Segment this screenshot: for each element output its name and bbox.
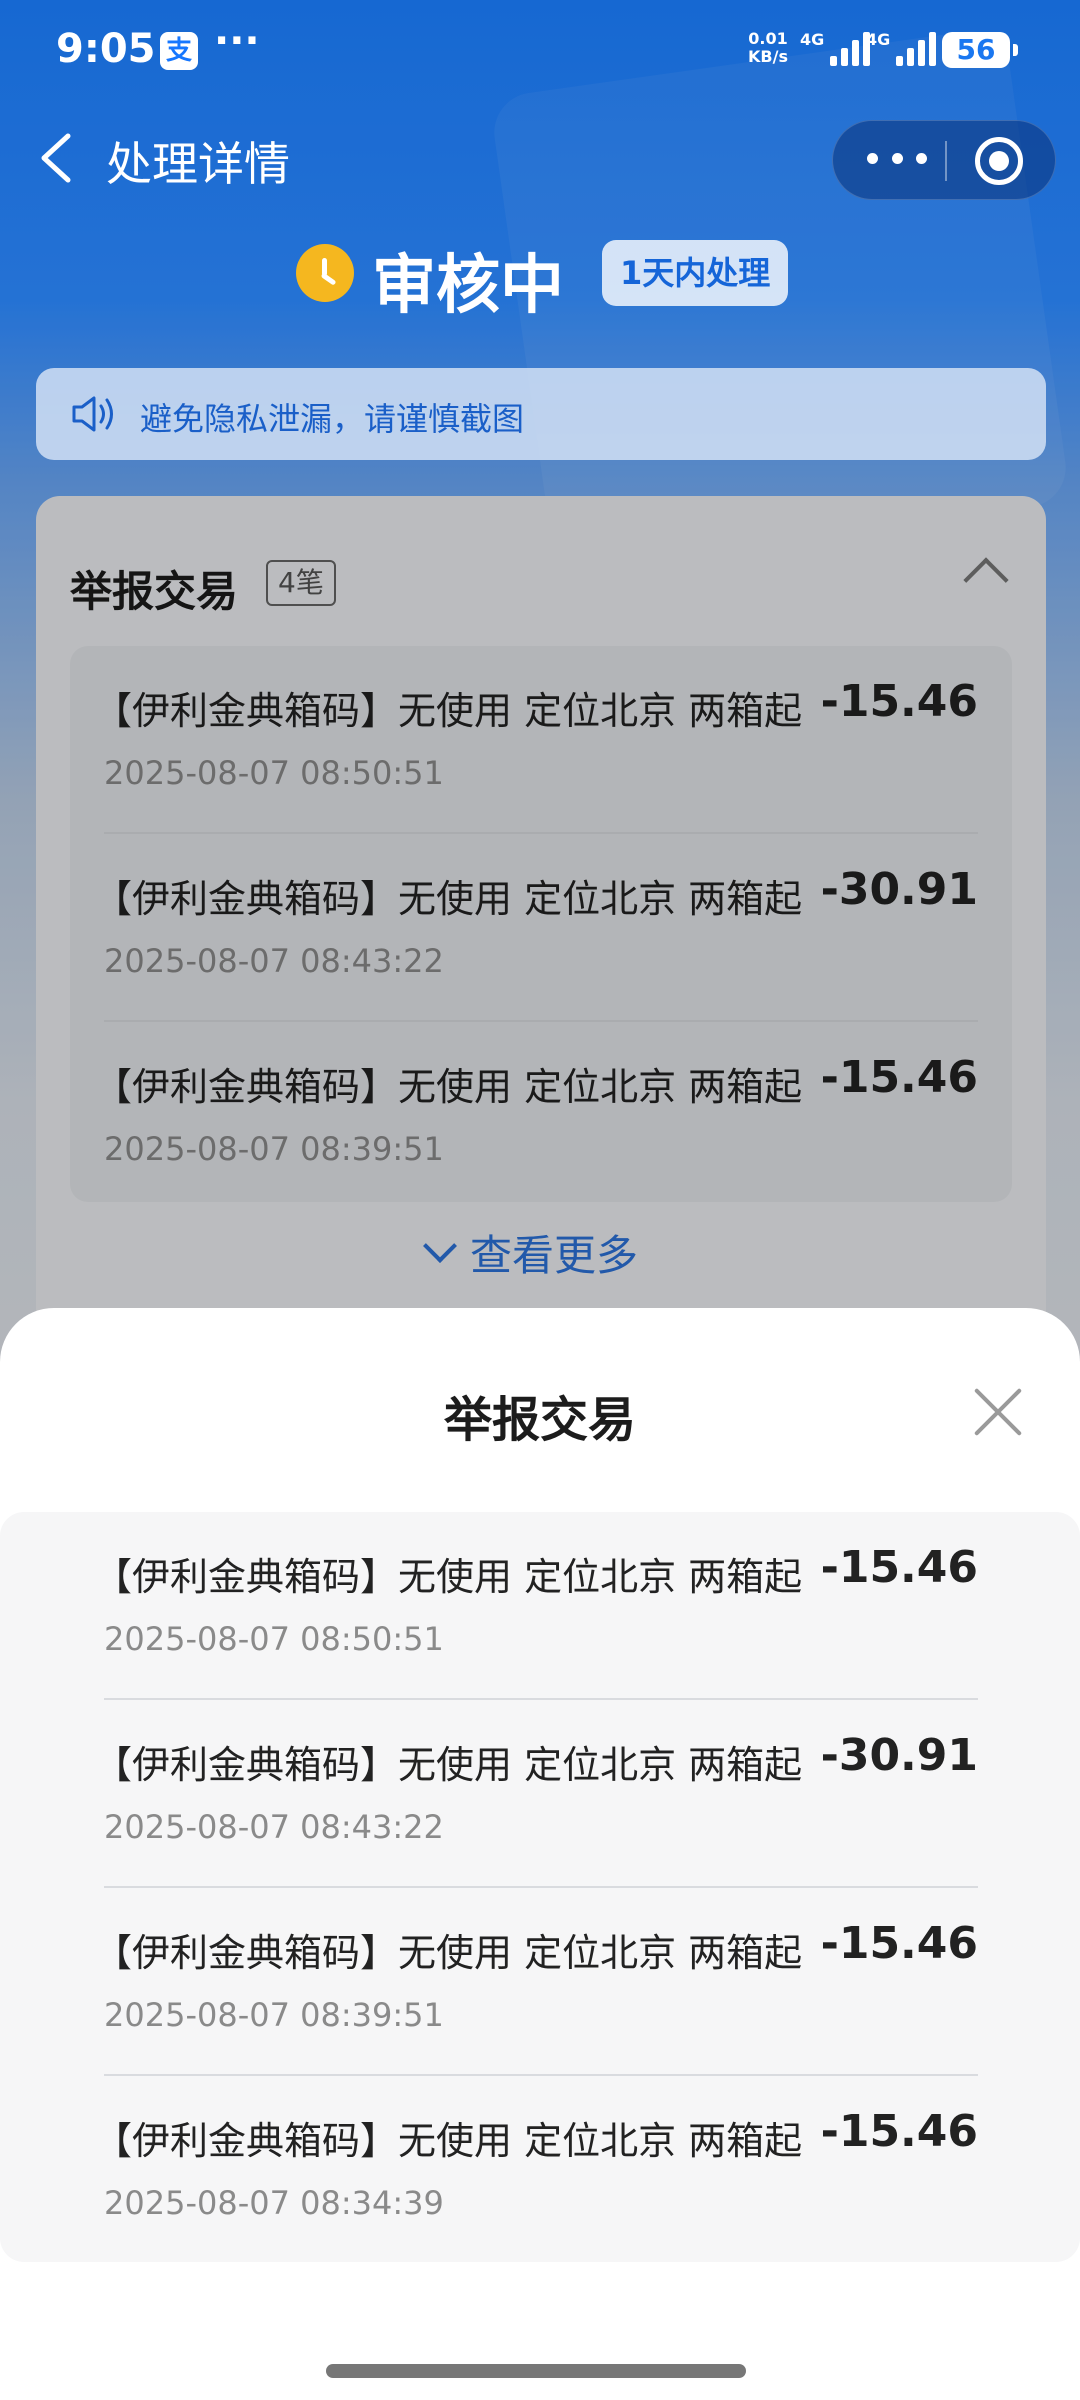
back-icon[interactable] xyxy=(34,130,78,186)
capsule-divider xyxy=(945,141,947,181)
signal-icon-2: 4G xyxy=(866,30,937,66)
transaction-time: 2025-08-07 08:43:22 xyxy=(104,1808,444,1846)
transaction-name: 【伊利金典箱码】无使用 定位北京 两箱起 xyxy=(94,1743,803,1787)
list-item[interactable]: 【伊利金典箱码】无使用 定位北京 两箱起 -30.91 2025-08-07 0… xyxy=(94,1700,978,1888)
notification-dots: ··· xyxy=(214,18,260,64)
close-icon[interactable] xyxy=(972,1386,1024,1438)
transaction-time: 2025-08-07 08:34:39 xyxy=(104,2184,444,2222)
signal-icon: 4G xyxy=(800,30,871,66)
transaction-name: 【伊利金典箱码】无使用 定位北京 两箱起 xyxy=(94,1931,803,1975)
network-type: 4G xyxy=(800,30,825,49)
privacy-notice: 避免隐私泄漏，请谨慎截图 xyxy=(36,368,1046,460)
sheet-transaction-list: 【伊利金典箱码】无使用 定位北京 两箱起 -15.46 2025-08-07 0… xyxy=(0,1512,1080,2262)
transaction-amount: -15.46 xyxy=(820,1542,978,1593)
network-speed-unit: KB/s xyxy=(748,47,788,66)
speaker-icon xyxy=(72,396,113,432)
network-type-2: 4G xyxy=(866,30,891,49)
miniapp-capsule xyxy=(832,120,1056,200)
review-status: 审核中 1天内处理 xyxy=(0,234,1080,323)
close-miniapp-icon[interactable] xyxy=(975,137,1023,185)
alipay-icon: 支 xyxy=(160,32,198,70)
transaction-name: 【伊利金典箱码】无使用 定位北京 两箱起 xyxy=(94,1555,803,1599)
home-indicator[interactable] xyxy=(326,2364,746,2378)
sheet-title: 举报交易 xyxy=(443,1392,636,1448)
bottom-sheet: 举报交易 【伊利金典箱码】无使用 定位北京 两箱起 -15.46 2025-08… xyxy=(0,1308,1080,2400)
transaction-amount: -15.46 xyxy=(820,2106,978,2157)
modal-overlay[interactable] xyxy=(0,0,1080,1400)
network-speed-value: 0.01 xyxy=(748,29,788,48)
transaction-amount: -30.91 xyxy=(820,1730,978,1781)
list-item[interactable]: 【伊利金典箱码】无使用 定位北京 两箱起 -15.46 2025-08-07 0… xyxy=(94,2076,978,2264)
transaction-time: 2025-08-07 08:50:51 xyxy=(104,1620,444,1658)
more-icon[interactable] xyxy=(867,143,927,173)
list-item[interactable]: 【伊利金典箱码】无使用 定位北京 两箱起 -15.46 2025-08-07 0… xyxy=(94,1888,978,2076)
status-bar: 9:05 支 ··· 0.01 KB/s 4G 4G 56 xyxy=(0,0,1080,100)
page-title: 处理详情 xyxy=(106,137,290,191)
status-text: 审核中 xyxy=(372,249,564,323)
notice-text: 避免隐私泄漏，请谨慎截图 xyxy=(140,400,525,438)
status-time: 9:05 xyxy=(56,26,156,72)
transaction-time: 2025-08-07 08:39:51 xyxy=(104,1996,444,2034)
transaction-name: 【伊利金典箱码】无使用 定位北京 两箱起 xyxy=(94,2119,803,2163)
network-speed: 0.01 KB/s xyxy=(748,30,788,66)
clock-icon xyxy=(296,244,354,302)
transaction-amount: -15.46 xyxy=(820,1918,978,1969)
status-badge: 1天内处理 xyxy=(602,240,789,306)
battery-icon: 56 xyxy=(942,32,1018,68)
list-item[interactable]: 【伊利金典箱码】无使用 定位北京 两箱起 -15.46 2025-08-07 0… xyxy=(94,1512,978,1700)
